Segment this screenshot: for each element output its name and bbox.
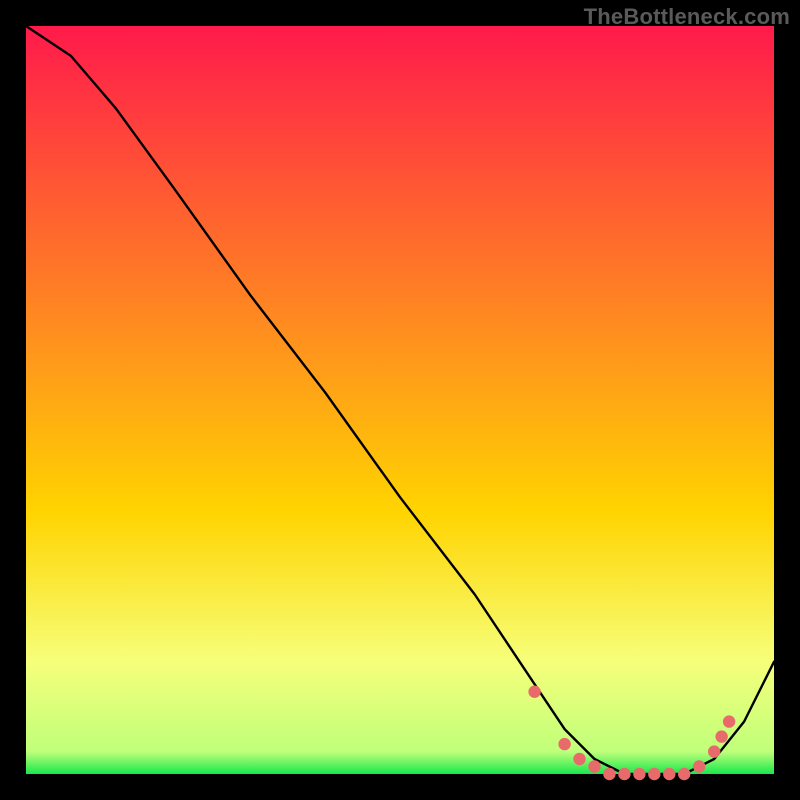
chart-svg (0, 0, 800, 800)
marker-point (558, 738, 570, 750)
marker-point (528, 686, 540, 698)
marker-point (663, 768, 675, 780)
marker-point (693, 760, 705, 772)
marker-point (603, 768, 615, 780)
marker-point (715, 730, 727, 742)
marker-point (723, 715, 735, 727)
marker-point (648, 768, 660, 780)
watermark-text: TheBottleneck.com (584, 4, 790, 30)
marker-point (573, 753, 585, 765)
chart-frame: TheBottleneck.com (0, 0, 800, 800)
marker-point (633, 768, 645, 780)
marker-point (678, 768, 690, 780)
marker-point (708, 745, 720, 757)
marker-point (618, 768, 630, 780)
marker-point (588, 760, 600, 772)
